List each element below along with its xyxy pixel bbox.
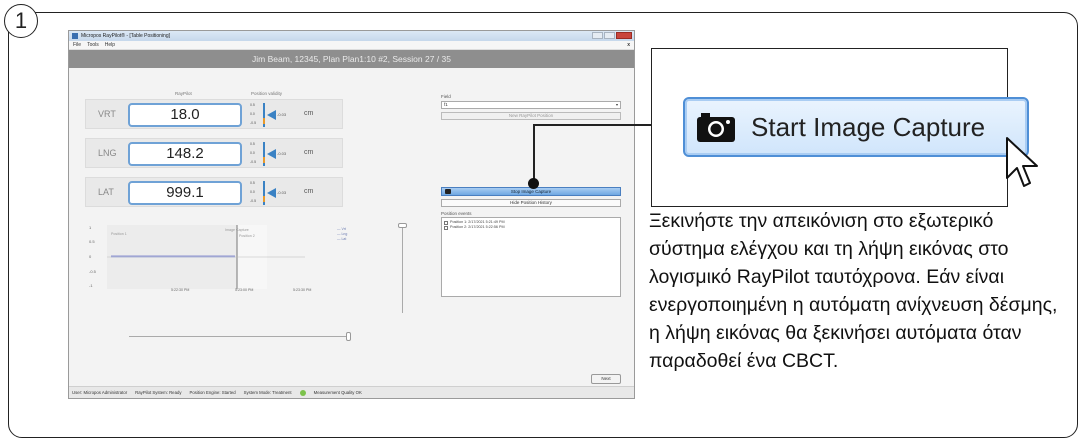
app-window: Micropos RayPilot® - [Table Positioning]…	[68, 30, 635, 399]
list-item[interactable]: Position 2: 2/17/2021 5:22:56 PM	[444, 225, 618, 230]
axis-label: LAT	[98, 187, 114, 197]
start-image-capture-label: Start Image Capture	[751, 111, 986, 142]
window-title: Micropos RayPilot® - [Table Positioning]	[81, 33, 170, 39]
status-ok-icon	[299, 389, 306, 396]
field-label: Field	[441, 94, 451, 99]
position-row-lat: LAT 999.1 0.5 0.0 -0.5 -0.03 cm	[85, 177, 343, 207]
y-tick: 0	[89, 254, 92, 259]
event-checkbox[interactable]	[444, 220, 448, 225]
x-tick: 5:22:30 PM	[171, 288, 189, 292]
position-value: 999.1	[128, 181, 242, 205]
app-icon	[72, 33, 78, 39]
step-description: Ξεκινήστε την απεικόνιση στο εξωτερικό σ…	[649, 210, 1058, 372]
zoom-slider[interactable]	[398, 223, 407, 313]
status-engine: Position Engine: Started	[189, 390, 236, 395]
raypilot-column-label: RayPilot	[175, 91, 192, 96]
patient-header: Jim Beam, 12345, Plan Plan1:10 #2, Sessi…	[69, 50, 634, 68]
menu-tools[interactable]: Tools	[87, 42, 99, 48]
field-select-value: f1	[444, 102, 448, 107]
validity-ticks: 0.5 0.0 -0.5	[250, 142, 257, 164]
unit-label: cm	[304, 110, 314, 117]
hand-cursor-icon	[1006, 137, 1038, 187]
status-user: User: Micropos Administrator	[72, 390, 128, 395]
validity-column-label: Position validity	[251, 91, 283, 96]
axis-label: LNG	[98, 148, 117, 158]
step-number: 1	[4, 4, 38, 38]
validity-ticks: 0.5 0.0 -0.5	[250, 181, 257, 203]
chart-annotation: Position 1	[111, 232, 127, 236]
callout-leader-horizontal	[533, 124, 651, 126]
new-position-button[interactable]: New RayPilot Position	[441, 112, 621, 120]
callout-leader-vertical	[533, 126, 535, 182]
x-tick: 5:23:30 PM	[293, 288, 311, 292]
callout-target-dot	[528, 178, 539, 189]
offset-value: -0.03	[277, 151, 287, 156]
validity-arrow-icon	[267, 149, 276, 159]
chart-annotation: Position 2	[239, 234, 255, 238]
menu-file[interactable]: File	[73, 42, 81, 48]
status-mode: System Mode: Treatment	[243, 390, 292, 395]
position-value: 148.2	[128, 142, 242, 166]
position-value: 18.0	[128, 103, 242, 127]
y-tick: -0.5	[89, 269, 97, 274]
axis-label: VRT	[98, 109, 116, 119]
unit-label: cm	[304, 188, 314, 195]
legend-item: — Lat	[337, 237, 347, 241]
status-system: RayPilot System: Ready	[135, 390, 182, 395]
position-row-lng: LNG 148.2 0.5 0.0 -0.5 -0.03 cm	[85, 138, 343, 168]
camera-icon	[697, 112, 735, 142]
time-slider[interactable]	[129, 332, 351, 341]
offset-value: -0.03	[277, 112, 287, 117]
stop-image-capture-label: Stop Image Capture	[510, 189, 552, 194]
x-tick: 5:23:00 PM	[235, 288, 253, 292]
unit-label: cm	[304, 149, 314, 156]
validity-arrow-icon	[267, 188, 276, 198]
menu-bar: File Tools Help x	[69, 41, 634, 50]
chart-svg: 1 0.5 0 -0.5 -1 5:22:30 PM 5:23:00 PM 5:…	[89, 225, 311, 292]
validity-ticks: 0.5 0.0 -0.5	[250, 103, 257, 125]
chart-annotation: Image Capture	[225, 228, 249, 232]
hide-position-history-button[interactable]: Hide Position History	[441, 199, 621, 207]
start-image-capture-button[interactable]: Start Image Capture	[683, 97, 1029, 157]
time-slider-knob[interactable]	[346, 332, 351, 341]
position-history-chart: 1 0.5 0 -0.5 -1 5:22:30 PM 5:23:00 PM 5:…	[85, 223, 375, 293]
minimize-button[interactable]	[592, 32, 603, 39]
validity-arrow-icon	[267, 110, 276, 120]
chart-legend: — Vrt — Lng — Lat	[337, 227, 347, 242]
status-bar: User: Micropos Administrator RayPilot Sy…	[69, 386, 634, 398]
offset-value: -0.03	[277, 190, 287, 195]
position-events-label: Position events	[441, 211, 472, 216]
y-tick: 1	[89, 225, 92, 230]
status-quality: Measurement Quality OK	[313, 390, 362, 395]
title-bar: Micropos RayPilot® - [Table Positioning]	[69, 31, 634, 41]
menu-help[interactable]: Help	[105, 42, 115, 48]
chevron-down-icon: ▾	[615, 102, 618, 107]
position-events-list: Position 1: 2/17/2021 5:21:49 PM Positio…	[441, 217, 621, 297]
y-tick: 0.5	[89, 239, 95, 244]
maximize-button[interactable]	[604, 32, 615, 39]
camera-icon	[445, 189, 451, 194]
y-tick: -1	[89, 283, 93, 288]
close-window-button[interactable]	[616, 32, 632, 39]
close-document-icon[interactable]: x	[627, 42, 630, 48]
event-checkbox[interactable]	[444, 225, 448, 230]
window-controls	[592, 32, 632, 39]
zoom-slider-knob[interactable]	[398, 223, 407, 228]
next-button[interactable]: Next	[591, 374, 621, 384]
field-select[interactable]: f1 ▾	[441, 101, 621, 109]
position-row-vrt: VRT 18.0 0.5 0.0 -0.5 -0.03 cm	[85, 99, 343, 129]
